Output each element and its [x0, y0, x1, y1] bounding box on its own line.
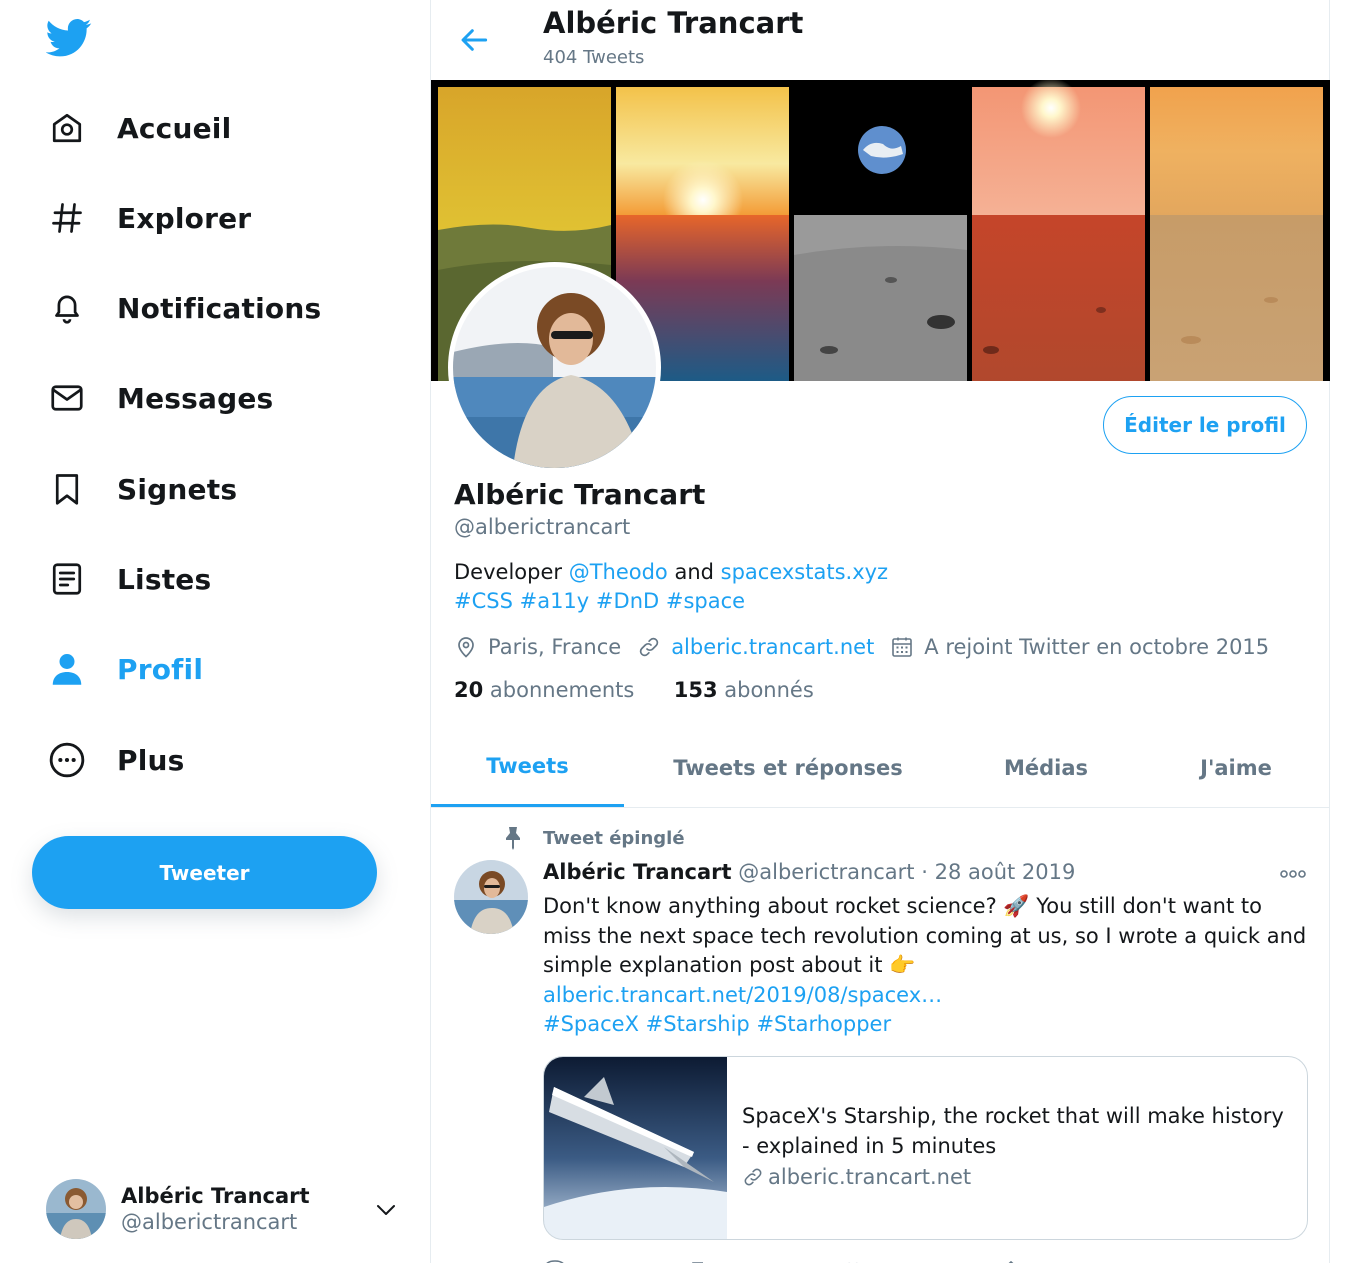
- tweet-link[interactable]: alberic.trancart.net/2019/08/spacex…: [543, 983, 942, 1007]
- tweet-separator: ·: [914, 860, 935, 884]
- sidebar-item-label: Listes: [117, 562, 212, 596]
- tab-medias[interactable]: Médias: [951, 728, 1141, 807]
- sidebar-item-label: Accueil: [117, 111, 232, 145]
- edit-profile-button[interactable]: Éditer le profil: [1103, 396, 1307, 454]
- link-icon: [639, 637, 659, 657]
- list-icon: [46, 558, 88, 600]
- tweet-date[interactable]: 28 août 2019: [935, 860, 1076, 884]
- tweet-avatar[interactable]: [454, 860, 528, 934]
- home-icon: [46, 107, 88, 149]
- follow-stats: 20 abonnements 153 abonnés: [454, 678, 814, 702]
- account-handle: @alberictrancart: [121, 1210, 298, 1234]
- card-domain: alberic.trancart.net: [742, 1165, 971, 1189]
- sidebar-item-explorer[interactable]: Explorer: [46, 193, 251, 243]
- following-label: abonnements: [483, 678, 635, 702]
- profile-joined-date: A rejoint Twitter en octobre 2015: [924, 635, 1270, 659]
- profile-meta: Paris, France alberic.trancart.net A rej…: [454, 632, 1285, 662]
- hashtag-icon: [46, 197, 88, 239]
- account-name: Albéric Trancart: [121, 1184, 310, 1208]
- bio-mention-link[interactable]: @Theodo: [569, 560, 668, 584]
- profile-bio-hashtags: #CSS #a11y #DnD #space: [454, 589, 745, 613]
- profile-location: Paris, France: [488, 635, 622, 659]
- profile-column: Albéric Trancart 404 Tweets Éditer le pr…: [430, 0, 1330, 1263]
- following-count: 20: [454, 678, 484, 702]
- envelope-icon: [46, 377, 88, 419]
- sidebar-item-label: Notifications: [117, 291, 322, 325]
- tweet-actions: [543, 1254, 1183, 1263]
- tweet-text: Don't know anything about rocket science…: [543, 892, 1313, 1040]
- sidebar-item-signets[interactable]: Signets: [46, 464, 237, 514]
- calendar-icon: [892, 637, 913, 657]
- profile-tabs: Tweets Tweets et réponses Médias J'aime: [431, 728, 1329, 808]
- profile-name: Albéric Trancart: [454, 478, 706, 511]
- sidebar-item-profil[interactable]: Profil: [46, 644, 203, 694]
- pin-icon: [506, 827, 520, 850]
- hashtag-link[interactable]: #Starship: [646, 1012, 750, 1036]
- hashtag-link[interactable]: #Starhopper: [756, 1012, 891, 1036]
- following-link[interactable]: 20 abonnements: [454, 678, 634, 702]
- tweet-author-handle[interactable]: @alberictrancart: [738, 860, 914, 884]
- tweet-button[interactable]: Tweeter: [32, 836, 377, 909]
- sidebar-item-label: Explorer: [117, 201, 252, 235]
- bio-text: and: [667, 560, 721, 584]
- sidebar-item-accueil[interactable]: Accueil: [46, 103, 231, 153]
- back-arrow-icon[interactable]: [459, 24, 495, 56]
- link-icon: [744, 1168, 762, 1186]
- profile-website-link[interactable]: alberic.trancart.net: [671, 635, 874, 659]
- sidebar-item-messages[interactable]: Messages: [46, 373, 273, 423]
- sidebar-item-listes[interactable]: Listes: [46, 554, 211, 604]
- location-pin-icon: [458, 637, 474, 658]
- card-title: SpaceX's Starship, the rocket that will …: [742, 1104, 1284, 1158]
- tweet-header: Albéric Trancart @alberictrancart · 28 a…: [543, 860, 1075, 884]
- bookmark-icon: [46, 468, 88, 510]
- sidebar-item-label: Plus: [117, 743, 185, 777]
- profile-bio: Developer @Theodo and spacexstats.xyz: [454, 560, 888, 584]
- avatar: [46, 1179, 106, 1239]
- followers-count: 153: [673, 678, 718, 702]
- hashtag-link[interactable]: #DnD: [596, 589, 659, 613]
- sidebar-item-plus[interactable]: Plus: [46, 735, 185, 785]
- pinned-label: Tweet épinglé: [543, 827, 685, 849]
- twitter-bird-icon[interactable]: [45, 18, 92, 60]
- hashtag-link[interactable]: #CSS: [454, 589, 513, 613]
- hashtag-link[interactable]: #SpaceX: [543, 1012, 639, 1036]
- followers-label: abonnés: [717, 678, 814, 702]
- user-icon: [46, 648, 88, 690]
- hashtag-link[interactable]: #space: [666, 589, 745, 613]
- profile-avatar[interactable]: [448, 262, 661, 473]
- pinned-indicator: Tweet épinglé: [501, 822, 685, 854]
- card-thumbnail: [544, 1057, 727, 1239]
- profile-header-bar: Albéric Trancart 404 Tweets: [431, 0, 1329, 80]
- sidebar-item-label: Messages: [117, 381, 274, 415]
- more-circle-icon: [46, 739, 88, 781]
- bell-icon: [46, 287, 88, 329]
- tweet-author-name[interactable]: Albéric Trancart: [543, 860, 732, 884]
- header-name: Albéric Trancart: [543, 6, 804, 40]
- followers-link[interactable]: 153 abonnés: [674, 678, 814, 702]
- more-options-icon[interactable]: [1279, 864, 1307, 888]
- account-switcher[interactable]: Albéric Trancart @alberictrancart: [46, 1178, 406, 1240]
- tab-tweets[interactable]: Tweets: [431, 728, 624, 807]
- hashtag-link[interactable]: #a11y: [520, 589, 590, 613]
- tab-tweets-et-reponses[interactable]: Tweets et réponses: [643, 728, 933, 807]
- tab-jaime[interactable]: J'aime: [1141, 728, 1331, 807]
- chevron-down-icon: [374, 1198, 398, 1226]
- bio-site-link[interactable]: spacexstats.xyz: [721, 560, 888, 584]
- sidebar-item-label: Profil: [117, 652, 204, 686]
- sidebar: Accueil Explorer Notifications Messages …: [0, 0, 430, 1263]
- bio-text: Developer: [454, 560, 569, 584]
- tweet-body: Don't know anything about rocket science…: [543, 894, 1307, 977]
- card-domain-text: alberic.trancart.net: [768, 1165, 972, 1189]
- profile-handle: @alberictrancart: [454, 515, 631, 539]
- sidebar-item-notifications[interactable]: Notifications: [46, 283, 321, 333]
- tweet-count: 404 Tweets: [543, 47, 645, 68]
- sidebar-item-label: Signets: [117, 472, 238, 506]
- link-preview-card[interactable]: SpaceX's Starship, the rocket that will …: [543, 1056, 1308, 1240]
